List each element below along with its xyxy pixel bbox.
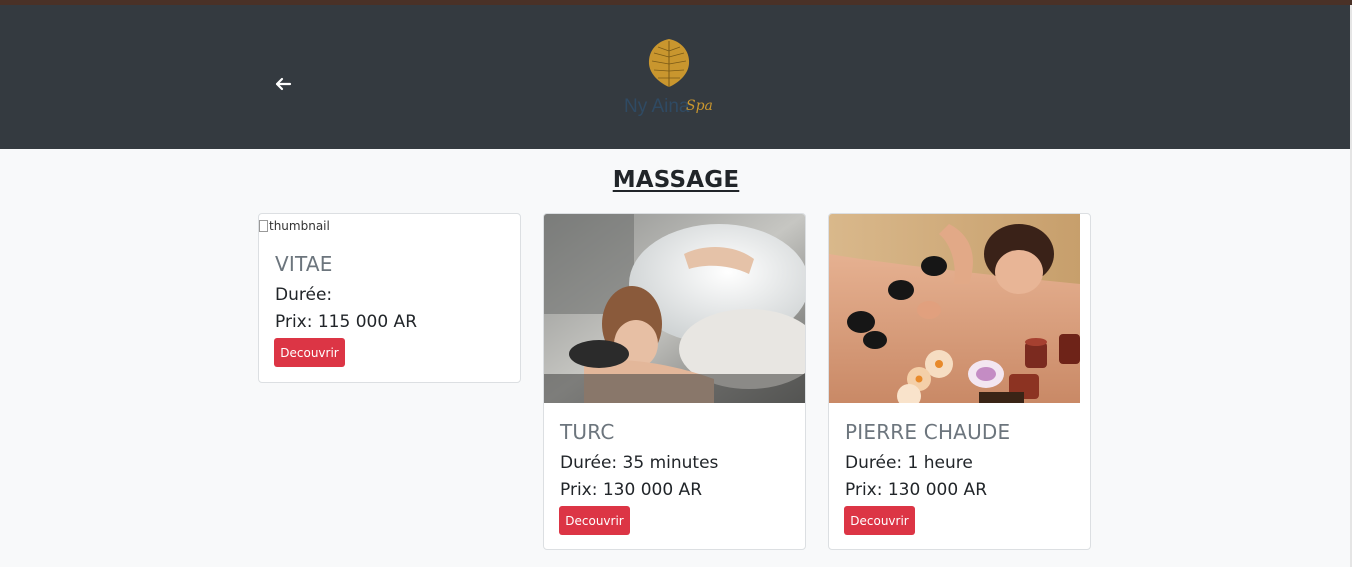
card-price: Prix: 115 000 AR: [275, 312, 418, 332]
discover-button[interactable]: Decouvrir: [559, 506, 630, 535]
page-title: MASSAGE: [612, 167, 740, 193]
card-price: Prix: 130 000 AR: [845, 480, 988, 500]
broken-image-icon: [259, 220, 268, 232]
turkish-massage-image: [544, 214, 805, 403]
hot-stone-massage-image: [829, 214, 1080, 403]
logo-script-text: Spa: [686, 98, 713, 114]
logo-brand-text: Ny Aina: [624, 96, 690, 117]
thumbnail-image: thumbnail: [259, 218, 330, 234]
service-card: TURC Durée: 35 minutes Prix: 130 000 AR …: [543, 213, 806, 550]
card-price: Prix: 130 000 AR: [560, 480, 703, 500]
service-card: thumbnail VITAE Durée: Prix: 115 000 AR …: [258, 213, 521, 383]
leaf-icon: [648, 39, 690, 87]
discover-button[interactable]: Decouvrir: [274, 338, 345, 367]
service-card: PIERRE CHAUDE Durée: 1 heure Prix: 130 0…: [828, 213, 1091, 550]
site-header: Ny Aina Spa: [0, 5, 1352, 149]
spa-logo[interactable]: Ny Aina Spa: [620, 37, 720, 121]
thumbnail-alt-text: thumbnail: [269, 219, 330, 233]
card-title: TURC: [560, 420, 615, 444]
card-duration: Durée:: [275, 285, 333, 305]
card-title: VITAE: [275, 252, 333, 276]
card-duration: Durée: 1 heure: [845, 453, 973, 473]
card-duration: Durée: 35 minutes: [560, 453, 719, 473]
discover-button[interactable]: Decouvrir: [844, 506, 915, 535]
arrow-left-icon[interactable]: [274, 76, 292, 92]
card-title: PIERRE CHAUDE: [845, 420, 1011, 444]
